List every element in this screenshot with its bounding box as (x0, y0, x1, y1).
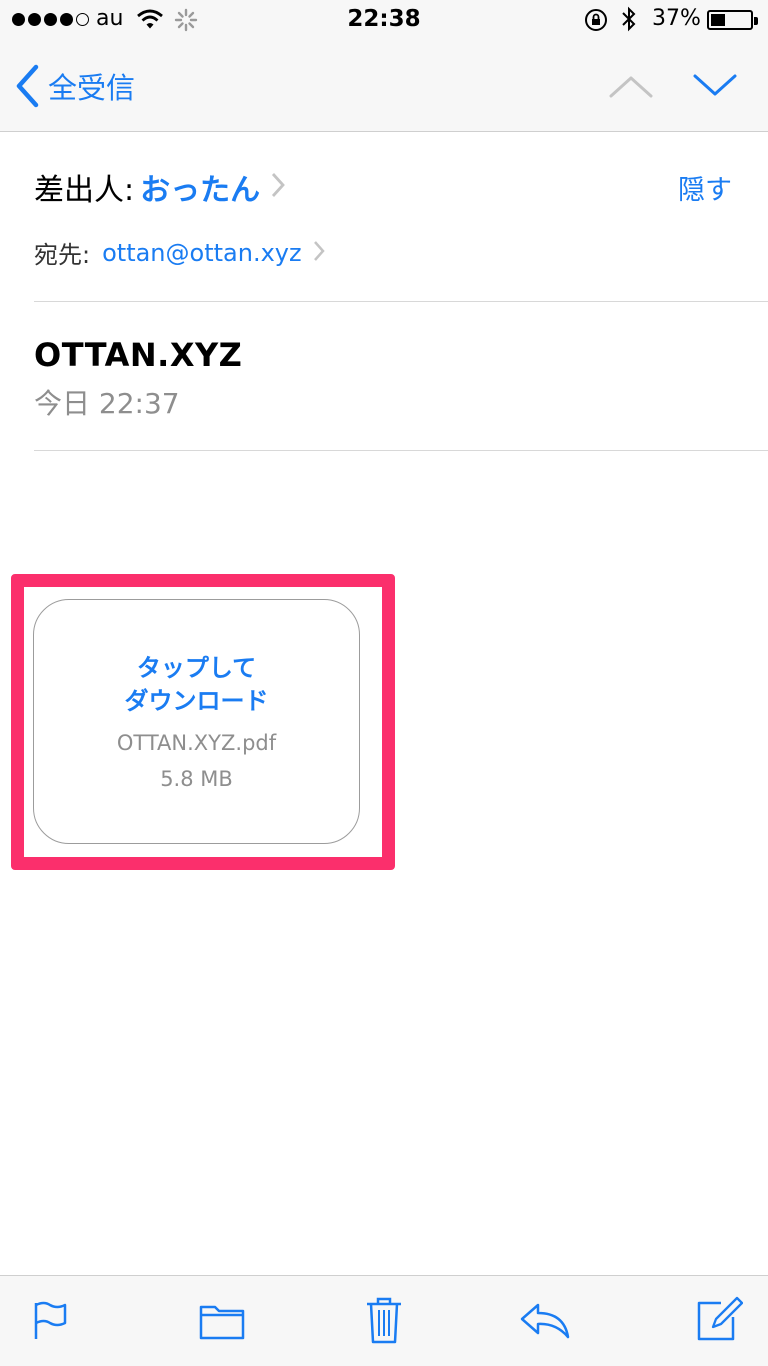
previous-message-button[interactable] (606, 62, 656, 112)
tap-label-line2: ダウンロード (124, 687, 269, 715)
compose-icon (697, 1296, 743, 1341)
back-button-label: 全受信 (48, 71, 136, 105)
bottom-toolbar (0, 1275, 768, 1366)
chevron-up-icon (609, 76, 653, 98)
move-to-folder-button[interactable] (194, 1294, 250, 1346)
sender-name[interactable]: おったん (140, 165, 260, 209)
bluetooth-icon (620, 6, 638, 38)
chevron-left-icon (16, 64, 39, 108)
sender-label: 差出人: (34, 173, 135, 208)
attachment-download-tile[interactable]: タップして ダウンロード OTTAN.XYZ.pdf 5.8 MB (33, 599, 360, 844)
battery-percentage: 37% (652, 6, 701, 31)
recipient-row: 宛先: ottan@ottan.xyz (34, 235, 326, 270)
message-date: 今日 22:37 (34, 387, 180, 420)
recipient-address[interactable]: ottan@ottan.xyz (102, 239, 301, 267)
navigation-bar: 全受信 (0, 40, 768, 132)
delete-button[interactable] (356, 1294, 412, 1346)
compose-button[interactable] (690, 1294, 746, 1346)
flag-button[interactable] (22, 1294, 78, 1346)
sender-row: 差出人: おったん (34, 165, 286, 209)
tap-to-download-label: タップして ダウンロード (34, 652, 359, 718)
header-divider (34, 301, 768, 302)
status-bar: au 22:38 37% (0, 0, 768, 40)
message-subject: OTTAN.XYZ (34, 336, 243, 374)
battery-icon (707, 10, 758, 30)
chevron-right-icon (312, 239, 326, 267)
attachment-filename: OTTAN.XYZ.pdf (116, 731, 277, 755)
reply-icon (520, 1303, 570, 1339)
subject-divider (34, 450, 768, 451)
reply-button[interactable] (517, 1294, 573, 1346)
attachment-size: 5.8 MB (160, 767, 233, 791)
folder-icon (199, 1305, 245, 1340)
tap-label-line1: タップして (136, 654, 257, 682)
mail-message-screen: au 22:38 37% 全受信 差出人: おったん 隠す 宛先: ottan@… (0, 0, 768, 1366)
hide-details-button[interactable]: 隠す (678, 168, 732, 207)
back-button[interactable]: 全受信 (14, 64, 135, 108)
next-message-button[interactable] (690, 62, 740, 112)
trash-icon (367, 1297, 401, 1344)
chevron-right-icon (270, 171, 286, 203)
flag-icon (34, 1301, 67, 1339)
chevron-down-icon (693, 74, 737, 96)
rotation-lock-icon (584, 8, 608, 38)
recipient-label: 宛先: (34, 241, 91, 269)
